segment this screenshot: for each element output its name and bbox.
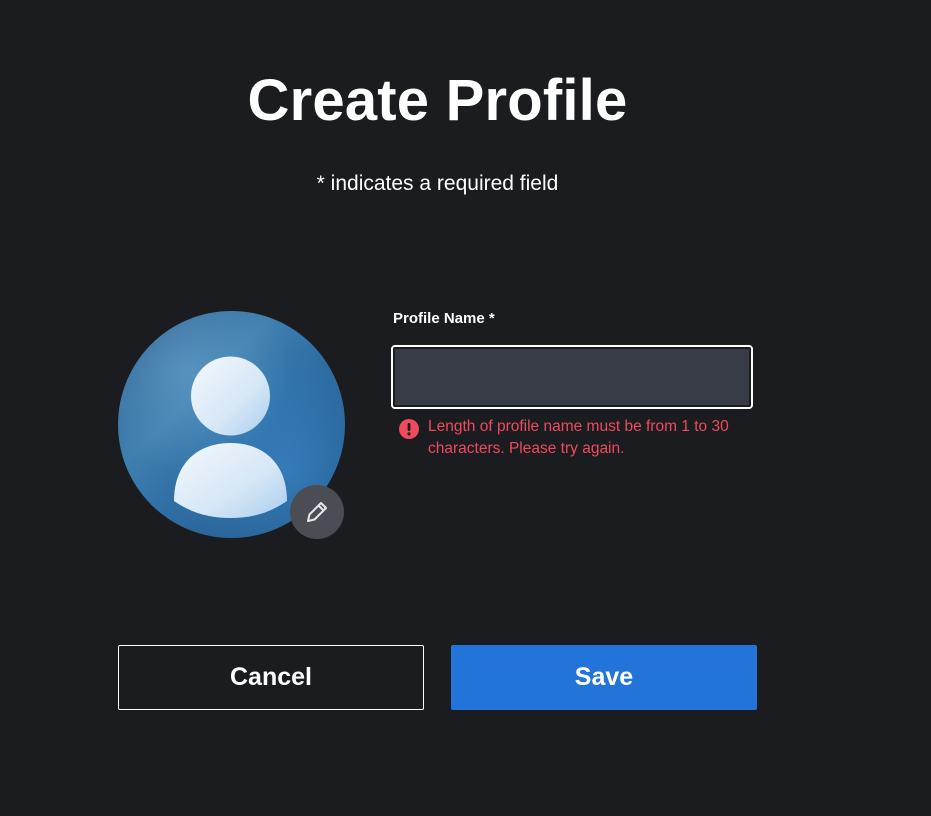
profile-name-input[interactable]	[391, 345, 753, 409]
cancel-button[interactable]: Cancel	[118, 645, 424, 710]
profile-name-error: Length of profile name must be from 1 to…	[399, 416, 759, 460]
create-profile-page: Create Profile * indicates a required fi…	[0, 0, 931, 816]
edit-avatar-button[interactable]	[290, 485, 344, 539]
exclamation-circle-icon	[399, 419, 419, 439]
save-button[interactable]: Save	[451, 645, 757, 710]
profile-name-label: Profile Name *	[393, 310, 495, 327]
required-field-note: * indicates a required field	[316, 172, 559, 195]
pencil-icon	[307, 502, 327, 522]
page-title: Create Profile	[247, 68, 628, 133]
avatar-container	[118, 311, 345, 539]
error-message: Length of profile name must be from 1 to…	[428, 418, 729, 457]
